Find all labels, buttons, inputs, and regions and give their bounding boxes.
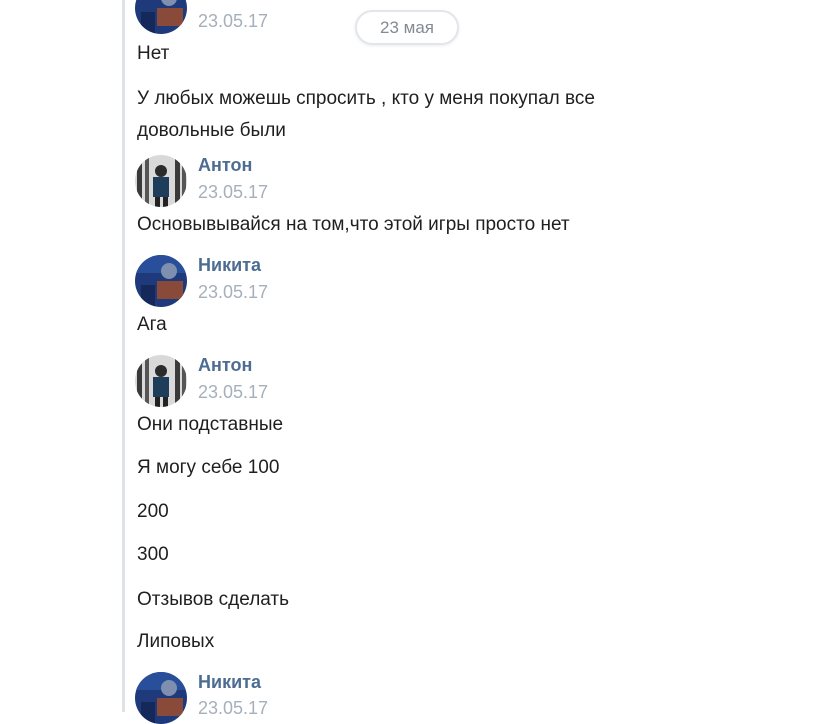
message-text: Отзывов сделать [137,589,290,610]
message-author[interactable]: Никита [198,672,261,693]
message-text: Основывывайся на том,что этой игры прост… [137,214,570,235]
avatar-nikita[interactable] [135,672,187,724]
message-author[interactable]: Антон [198,355,252,376]
message-time: 23.05.17 [198,182,269,202]
message-text: Ага [137,314,167,335]
avatar-nikita[interactable] [135,255,187,307]
avatar-anton-image [135,155,187,207]
message-author[interactable]: Никита [198,255,261,276]
message-text: Они подставные [137,414,284,435]
avatar-nikita-image [135,255,187,307]
message-text: 300 [137,544,169,565]
message-text: Я могу себе 100 [137,457,280,478]
message-time: 23.05.17 [198,698,269,718]
avatar-nikita-image [135,0,187,34]
message-feed[interactable]: 23.05.17 Нет У любых можешь спросить , к… [0,0,818,724]
message-text: Липовых [137,631,215,652]
message-author[interactable]: Антон [198,155,252,176]
avatar-nikita[interactable] [135,0,187,34]
avatar-anton[interactable] [135,155,187,207]
message-time: 23.05.17 [198,282,269,302]
avatar-anton[interactable] [135,355,187,407]
message-text: 200 [137,501,169,522]
message-time: 23.05.17 [198,11,269,31]
avatar-anton-image [135,355,187,407]
date-separator: 23 мая [355,10,459,45]
avatar-nikita-image [135,672,187,724]
message-time: 23.05.17 [198,382,269,402]
message-text: У любых можешь спросить , кто у меня пок… [137,88,595,141]
